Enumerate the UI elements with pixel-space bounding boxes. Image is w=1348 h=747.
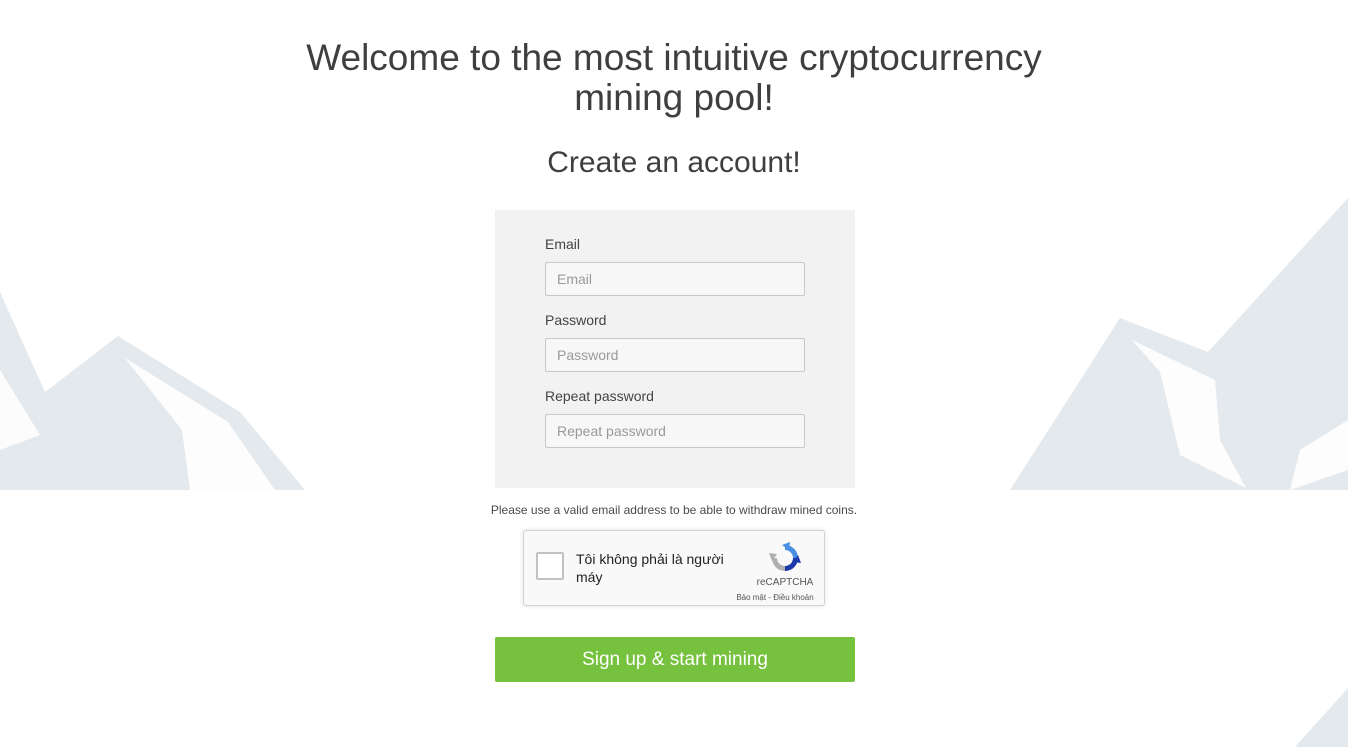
repeat-password-label: Repeat password: [545, 388, 654, 404]
signup-button[interactable]: Sign up & start mining: [495, 637, 855, 682]
password-label: Password: [545, 312, 607, 328]
signup-page: Welcome to the most intuitive cryptocurr…: [0, 0, 1348, 747]
recaptcha-label: Tôi không phải là người máy: [576, 551, 724, 585]
page-title-line-2: mining pool!: [574, 77, 774, 118]
repeat-password-field[interactable]: [545, 414, 805, 448]
password-field[interactable]: [545, 338, 805, 372]
corner-mountain-shape: [1295, 688, 1348, 747]
recaptcha-checkbox[interactable]: [536, 552, 564, 580]
recaptcha-icon: [769, 542, 801, 571]
recaptcha-brand: reCAPTCHA: [756, 577, 814, 588]
recaptcha-links[interactable]: Bảo mật - Điều khoản: [730, 593, 820, 602]
email-label: Email: [545, 236, 581, 252]
email-field[interactable]: [545, 262, 805, 296]
page-title: Welcome to the most intuitive cryptocurr…: [0, 38, 1348, 118]
page-title-line-1: Welcome to the most intuitive cryptocurr…: [306, 37, 1042, 78]
page-subtitle: Create an account!: [547, 146, 801, 179]
email-note: Please use a valid email address to be a…: [490, 503, 858, 517]
recaptcha-widget: Tôi không phải là người máy reCAPTCHA Bả…: [523, 530, 825, 606]
signup-form-card: Email Password Repeat password: [495, 210, 855, 488]
